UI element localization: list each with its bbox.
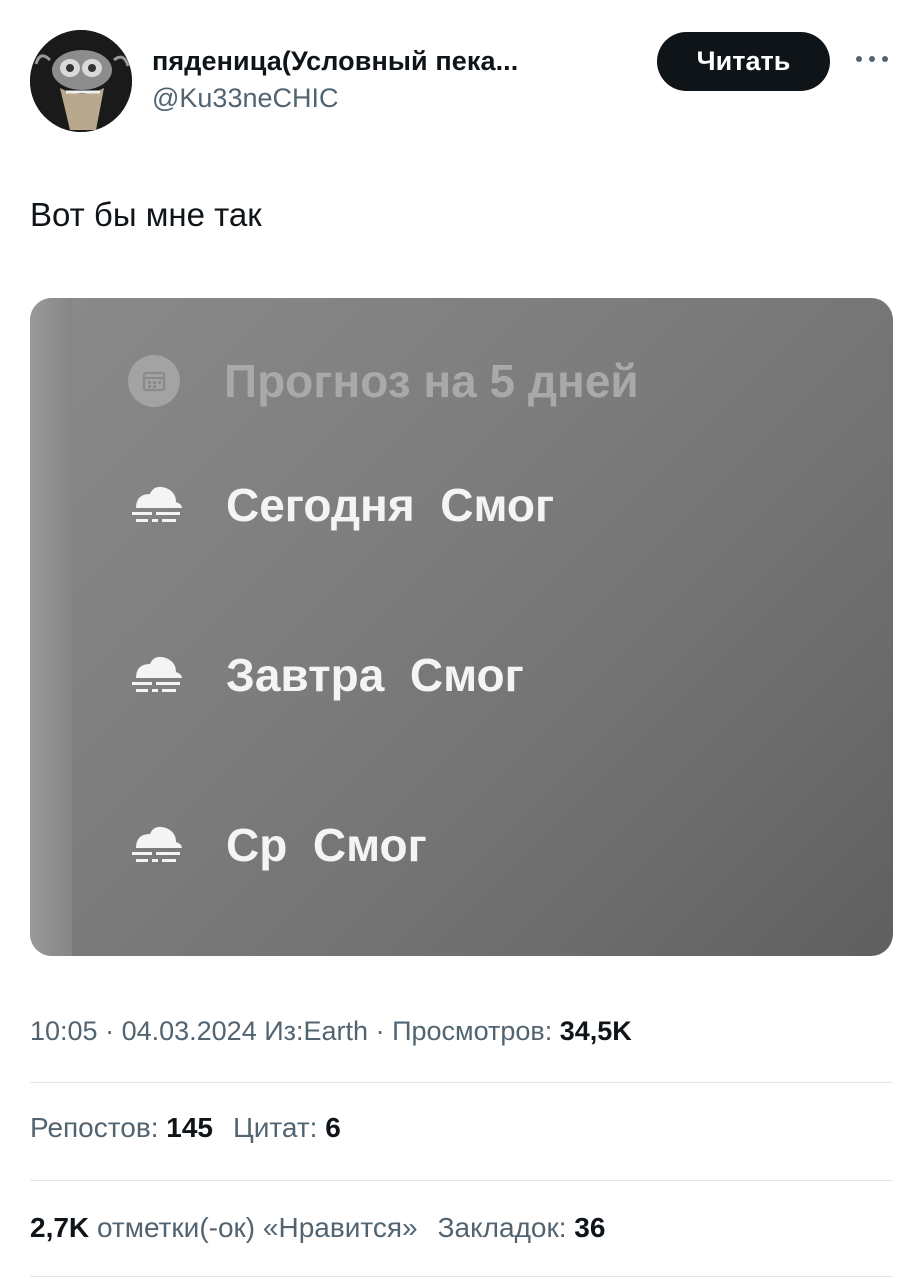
reposts-link[interactable]: Репостов: 145	[30, 1112, 213, 1143]
forecast-day-label: Сегодня Смог	[226, 479, 555, 531]
forecast-row: Ср Смог	[126, 818, 427, 872]
avatar[interactable]	[30, 30, 132, 132]
divider	[30, 1082, 893, 1083]
fog-icon	[132, 486, 182, 522]
forecast-day-label: Ср Смог	[226, 819, 427, 871]
tweet-source: Из:Earth	[264, 1016, 369, 1046]
forecast-row: Завтра Смог	[126, 648, 524, 702]
more-options-icon[interactable]	[852, 44, 892, 74]
calendar-icon	[128, 355, 180, 407]
quotes-link[interactable]: Цитат: 6	[233, 1112, 341, 1143]
tweet-text: Вот бы мне так	[30, 196, 262, 233]
avatar-image	[30, 30, 132, 132]
fog-icon	[132, 656, 182, 692]
tweet-time[interactable]: 10:05	[30, 1016, 98, 1046]
divider	[30, 1276, 893, 1277]
user-handle[interactable]: @Ku33neCHIC	[152, 83, 518, 114]
likes-link[interactable]: 2,7K отметки(-ок) «Нравится»	[30, 1212, 418, 1243]
display-name[interactable]: пяденица(Условный пека...	[152, 46, 518, 77]
follow-button[interactable]: Читать	[657, 32, 830, 91]
views-label: Просмотров:	[392, 1016, 553, 1046]
tweet-media-image[interactable]: Прогноз на 5 дней Сегодня Смог Завтра См…	[30, 298, 893, 956]
engagement-stats: Репостов: 145 Цитат: 6	[30, 1112, 341, 1144]
forecast-day-label: Завтра Смог	[226, 649, 524, 701]
tweet-header: пяденица(Условный пека... @Ku33neCHIC Чи…	[30, 30, 893, 134]
forecast-row: Сегодня Смог	[126, 478, 554, 532]
fog-icon	[132, 826, 182, 862]
tweet-meta: 10:05 · 04.03.2024 Из:Earth · Просмотров…	[30, 1016, 632, 1046]
likes-bookmarks-stats: 2,7K отметки(-ок) «Нравится» Закладок: 36	[30, 1212, 605, 1244]
views-count: 34,5K	[559, 1016, 632, 1046]
bookmarks-count: Закладок: 36	[437, 1212, 606, 1243]
tweet-date[interactable]: 04.03.2024	[122, 1016, 257, 1046]
divider	[30, 1180, 893, 1181]
forecast-title: Прогноз на 5 дней	[224, 355, 639, 407]
